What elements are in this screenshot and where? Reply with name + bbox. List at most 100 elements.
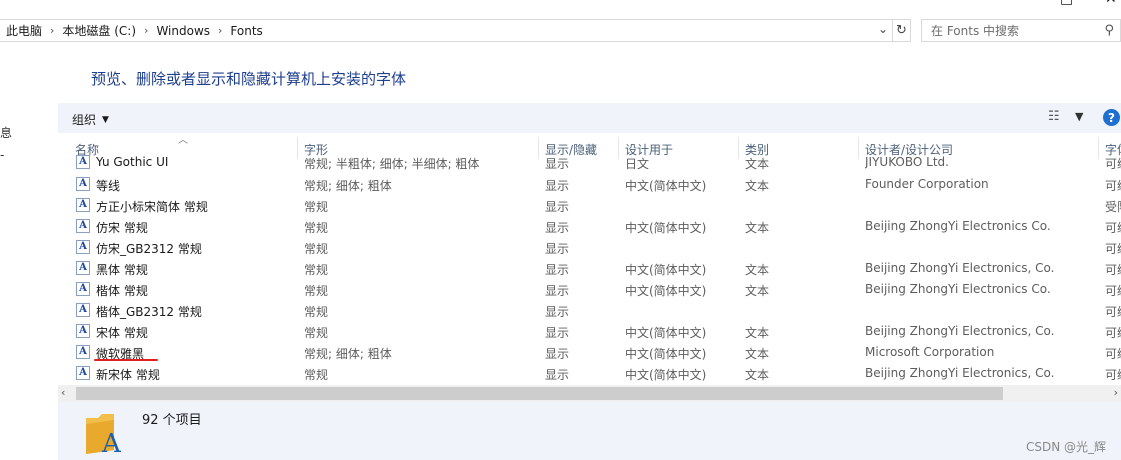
font-designed-for: 中文(简体中文)	[625, 179, 707, 193]
font-designer: Beijing ZhongYi Electronics Co.	[865, 219, 1051, 233]
caret-down-icon: ▼	[102, 114, 109, 125]
scrollbar-thumb[interactable]	[76, 387, 1003, 400]
font-file-icon: A	[76, 345, 90, 359]
font-embeddability: 可编	[1105, 179, 1121, 193]
font-visibility: 显示	[545, 157, 570, 171]
item-count: 92 个项目	[142, 413, 202, 428]
breadcrumb-fonts[interactable]: Fonts	[224, 24, 268, 38]
font-visibility: 显示	[545, 263, 570, 277]
refresh-icon: ↻	[896, 23, 907, 38]
font-row[interactable]: A 楷体 常规 常规 显示 中文(简体中文) 文本 Beijing ZhongY…	[58, 279, 1121, 300]
chevron-down-icon[interactable]: ⌄	[878, 22, 888, 36]
font-file-icon: A	[76, 261, 90, 275]
font-file-icon: A	[76, 240, 90, 254]
address-bar[interactable]: 此电脑 › 本地磁盘 (C:) › Windows › Fonts ⌄	[0, 19, 893, 42]
font-row[interactable]: A 黑体 常规 常规 显示 中文(简体中文) 文本 Beijing ZhongY…	[58, 258, 1121, 279]
font-file-icon: A	[76, 198, 90, 212]
font-style: 常规	[304, 200, 329, 214]
close-icon[interactable]: ✕	[1105, 0, 1117, 7]
font-visibility: 显示	[545, 221, 570, 235]
font-row[interactable]: A 仿宋 常规 常规 显示 中文(简体中文) 文本 Beijing ZhongY…	[58, 216, 1121, 237]
font-visibility: 显示	[545, 284, 570, 298]
red-underline-annotation	[94, 359, 158, 361]
font-designed-for: 中文(简体中文)	[625, 326, 707, 340]
font-category: 文本	[745, 347, 770, 361]
font-style: 常规	[304, 263, 329, 277]
font-category: 文本	[745, 326, 770, 340]
font-name: 仿宋 常规	[96, 221, 148, 235]
font-style: 常规	[304, 305, 329, 319]
font-category: 文本	[745, 157, 770, 171]
font-embeddability: 受限	[1105, 200, 1121, 214]
watermark: CSDN @光_辉	[1025, 440, 1106, 454]
breadcrumb-local-disk[interactable]: 本地磁盘 (C:)	[56, 22, 142, 39]
font-list[interactable]: A Yu Gothic UI 常规; 半粗体; 细体; 半细体; 粗体 显示 日…	[58, 155, 1121, 385]
help-icon[interactable]: ?	[1103, 109, 1120, 126]
font-file-icon: A	[76, 219, 90, 233]
font-visibility: 显示	[545, 179, 570, 193]
font-style: 常规	[304, 221, 329, 235]
organize-label: 组织	[72, 113, 97, 127]
font-file-icon: A	[76, 324, 90, 338]
details-view-icon[interactable]: ☷	[1048, 109, 1060, 124]
font-file-icon: A	[76, 303, 90, 317]
font-file-icon: A	[76, 155, 90, 169]
search-icon[interactable]: ⚲	[1104, 23, 1114, 38]
font-row[interactable]: A 楷体_GB2312 常规 常规 显示 可编	[58, 300, 1121, 321]
view-dropdown-icon[interactable]: ▼	[1075, 110, 1083, 123]
font-visibility: 显示	[545, 347, 570, 361]
font-visibility: 显示	[545, 200, 570, 214]
scroll-right-icon[interactable]: ›	[1114, 386, 1118, 399]
font-row[interactable]: A 新宋体 常规 常规 显示 中文(简体中文) 文本 Beijing Zhong…	[58, 363, 1121, 384]
chevron-right-icon[interactable]: ›	[48, 24, 56, 37]
font-visibility: 显示	[545, 326, 570, 340]
nav-pane-fragment[interactable]: -	[0, 148, 4, 162]
font-row[interactable]: A 微软雅黑 常规; 细体; 粗体 显示 中文(简体中文) 文本 Microso…	[58, 342, 1121, 363]
font-embeddability: 可编	[1105, 284, 1121, 298]
font-name: 仿宋_GB2312 常规	[96, 242, 202, 256]
breadcrumb-windows[interactable]: Windows	[150, 24, 216, 38]
chevron-right-icon[interactable]: ›	[216, 24, 224, 37]
organize-button[interactable]: 组织 ▼	[72, 111, 109, 128]
minimize-icon[interactable]: □	[1060, 0, 1073, 7]
refresh-button[interactable]: ↻	[893, 19, 911, 42]
font-style: 常规	[304, 242, 329, 256]
nav-pane-fragment[interactable]: 息	[0, 124, 12, 141]
fonts-folder-icon: A	[86, 414, 122, 456]
font-designer: Beijing ZhongYi Electronics, Co.	[865, 366, 1055, 380]
font-row[interactable]: A 方正小标宋简体 常规 常规 显示 受限	[58, 195, 1121, 216]
svg-text:A: A	[101, 429, 122, 456]
font-style: 常规	[304, 326, 329, 340]
chevron-right-icon[interactable]: ›	[142, 24, 150, 37]
font-embeddability: 可编	[1105, 347, 1121, 361]
font-row[interactable]: A Yu Gothic UI 常规; 半粗体; 细体; 半细体; 粗体 显示 日…	[58, 155, 1121, 173]
font-designed-for: 中文(简体中文)	[625, 221, 707, 235]
font-row[interactable]: A 等线 常规; 细体; 粗体 显示 中文(简体中文) 文本 Founder C…	[58, 174, 1121, 195]
font-name: 宋体 常规	[96, 326, 148, 340]
font-embeddability: 可编	[1105, 263, 1121, 277]
font-category: 文本	[745, 221, 770, 235]
font-designed-for: 中文(简体中文)	[625, 284, 707, 298]
font-embeddability: 可编	[1105, 326, 1121, 340]
search-placeholder: 在 Fonts 中搜索	[931, 24, 1020, 38]
font-file-icon: A	[76, 282, 90, 296]
font-name: Yu Gothic UI	[96, 155, 169, 169]
command-bar: 组织 ▼ ☷ ▼ ?	[58, 103, 1121, 133]
font-row[interactable]: A 宋体 常规 常规 显示 中文(简体中文) 文本 Beijing ZhongY…	[58, 321, 1121, 342]
horizontal-scrollbar[interactable]: ‹ ›	[58, 385, 1121, 402]
font-category: 文本	[745, 263, 770, 277]
font-designer: Beijing ZhongYi Electronics, Co.	[865, 324, 1055, 338]
font-row[interactable]: A 仿宋_GB2312 常规 常规 显示 可编	[58, 237, 1121, 258]
font-designed-for: 中文(简体中文)	[625, 347, 707, 361]
font-category: 文本	[745, 284, 770, 298]
font-designer: Beijing ZhongYi Electronics, Co.	[865, 261, 1055, 275]
font-name: 黑体 常规	[96, 263, 148, 277]
font-designed-for: 中文(简体中文)	[625, 368, 707, 382]
search-input[interactable]: 在 Fonts 中搜索 ⚲	[921, 19, 1121, 42]
font-name: 楷体 常规	[96, 284, 148, 298]
font-designer: Beijing ZhongYi Electronics Co.	[865, 282, 1051, 296]
font-name: 楷体_GB2312 常规	[96, 305, 202, 319]
font-designer: Microsoft Corporation	[865, 345, 995, 359]
scroll-left-icon[interactable]: ‹	[61, 386, 65, 399]
breadcrumb-this-pc[interactable]: 此电脑	[0, 22, 48, 39]
